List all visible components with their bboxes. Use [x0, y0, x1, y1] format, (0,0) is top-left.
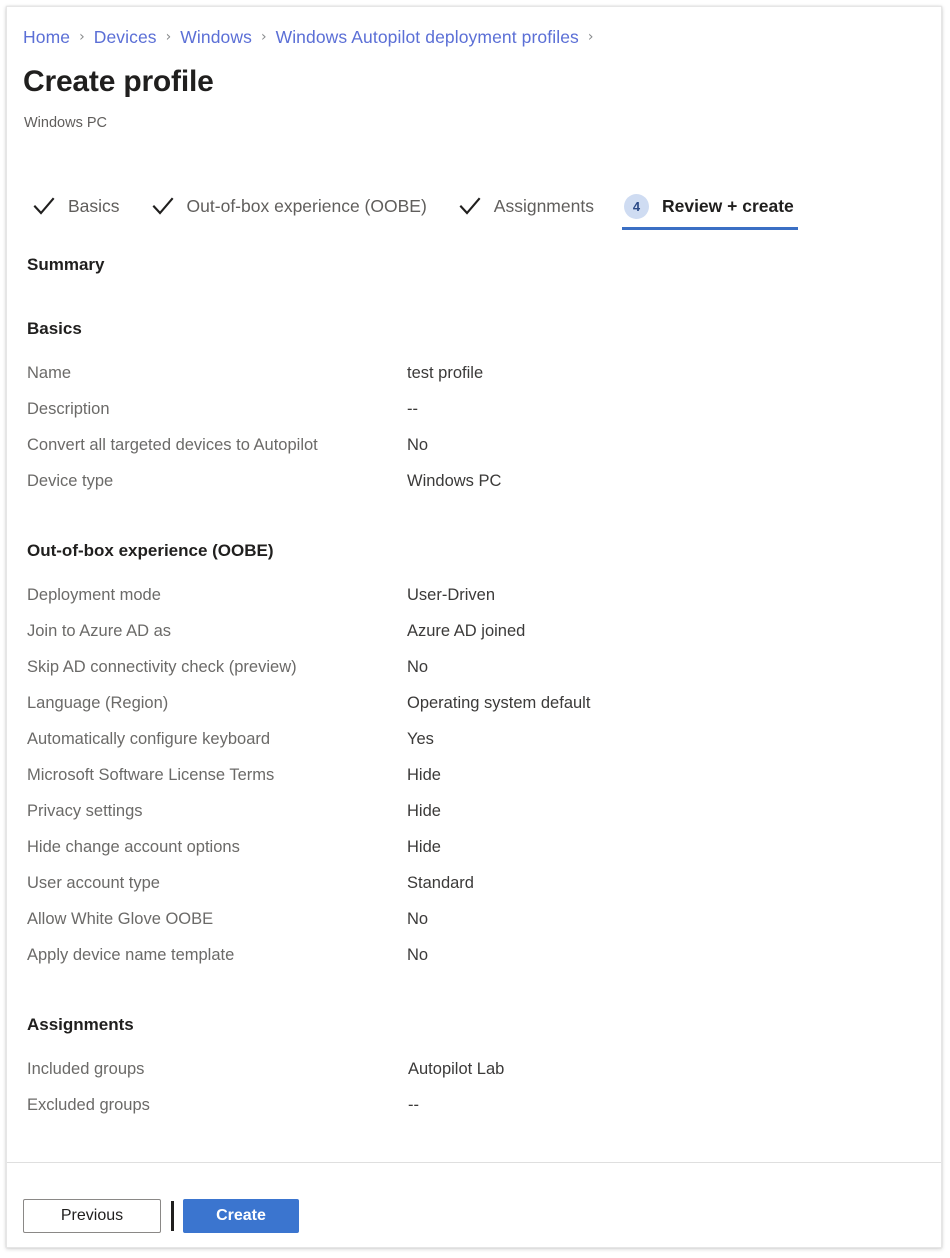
summary-row-value: Yes: [407, 727, 434, 751]
breadcrumb: Home › Devices › Windows › Windows Autopilot d…: [23, 25, 603, 49]
summary-row: Automatically configure keyboardYes: [27, 727, 921, 763]
summary-row-value: Standard: [407, 871, 474, 895]
create-profile-blade: Home › Devices › Windows › Windows Autopilot d…: [6, 6, 942, 1248]
summary-row-value: No: [407, 433, 428, 457]
check-icon: [150, 193, 176, 219]
summary-row-value: Autopilot Lab: [407, 1057, 504, 1081]
summary-row: User account typeStandard: [27, 871, 921, 907]
summary-row: Apply device name templateNo: [27, 943, 921, 979]
summary-row-label: Hide change account options: [27, 835, 407, 859]
summary-row-value: No: [407, 943, 428, 967]
summary-row-label: Privacy settings: [27, 799, 407, 823]
breadcrumb-link[interactable]: Home: [23, 25, 70, 49]
summary-row: Convert all targeted devices to Autopilo…: [27, 433, 921, 469]
wizard-tab-assignments[interactable]: Assignments: [455, 187, 596, 225]
summary-row-label: Language (Region): [27, 691, 407, 715]
step-number-badge: 4: [624, 194, 649, 219]
summary-row: Skip AD connectivity check (preview)No: [27, 655, 921, 691]
summary-section-out-of-box-experience-oobe: Out-of-box experience (OOBE) Deployment m…: [27, 539, 921, 979]
summary-row-label: Automatically configure keyboard: [27, 727, 407, 751]
summary-row-label: Convert all targeted devices to Autopilo…: [27, 433, 407, 457]
wizard-tab-label: Out-of-box experience (OOBE): [187, 194, 427, 218]
summary-row-value: Azure AD joined: [407, 619, 525, 643]
summary-row-value: Hide: [407, 835, 441, 859]
summary-row: Privacy settingsHide: [27, 799, 921, 835]
summary-row-value: No: [407, 655, 428, 679]
wizard-tab-review-create[interactable]: 4 Review + create: [622, 187, 796, 225]
summary-heading: Summary: [27, 253, 921, 277]
summary-row-label: Included groups: [27, 1057, 407, 1081]
page-subtitle: Windows PC: [24, 113, 107, 133]
summary-row-label: Allow White Glove OOBE: [27, 907, 407, 931]
create-button[interactable]: Create: [183, 1199, 299, 1233]
wizard-tab-label: Review + create: [662, 194, 794, 218]
summary-row-value: Hide: [407, 763, 441, 787]
breadcrumb-chevron-icon: ›: [166, 25, 172, 49]
summary-row-value: Hide: [407, 799, 441, 823]
summary-row: Nametest profile: [27, 361, 921, 397]
summary-row-value: test profile: [407, 361, 483, 385]
summary-row: Excluded groups--: [27, 1093, 921, 1129]
summary-row: Allow White Glove OOBENo: [27, 907, 921, 943]
breadcrumb-chevron-icon: ›: [588, 25, 594, 49]
summary-row-value: User-Driven: [407, 583, 495, 607]
summary-row-label: Skip AD connectivity check (preview): [27, 655, 407, 679]
summary-row-label: Join to Azure AD as: [27, 619, 407, 643]
summary-row-label: Device type: [27, 469, 407, 493]
previous-button[interactable]: Previous: [23, 1199, 161, 1233]
summary-row: Hide change account optionsHide: [27, 835, 921, 871]
summary-panel: Summary BasicsNametest profileDescriptio…: [27, 253, 921, 1163]
breadcrumb-link[interactable]: Windows: [180, 25, 252, 49]
summary-row-label: Apply device name template: [27, 943, 407, 967]
section-heading: Assignments: [27, 1013, 921, 1037]
summary-row-label: User account type: [27, 871, 407, 895]
wizard-tab-out-of-box-experience-oobe[interactable]: Out-of-box experience (OOBE): [148, 187, 429, 225]
breadcrumb-link[interactable]: Windows Autopilot deployment profiles: [276, 25, 579, 49]
active-tab-underline: [622, 227, 798, 230]
summary-row-value: Operating system default: [407, 691, 590, 715]
section-heading: Basics: [27, 317, 921, 341]
summary-row: Included groupsAutopilot Lab: [27, 1057, 921, 1093]
summary-row-value: No: [407, 907, 428, 931]
breadcrumb-link[interactable]: Devices: [94, 25, 157, 49]
breadcrumb-chevron-icon: ›: [79, 25, 85, 49]
summary-row: Description--: [27, 397, 921, 433]
page-title: Create profile: [23, 63, 214, 101]
summary-row-label: Deployment mode: [27, 583, 407, 607]
summary-row: Deployment modeUser-Driven: [27, 583, 921, 619]
wizard-tabstrip: Basics Out-of-box experience (OOBE) Assign…: [29, 187, 796, 233]
summary-row: Language (Region)Operating system defaul…: [27, 691, 921, 727]
wizard-tab-basics[interactable]: Basics: [29, 187, 122, 225]
summary-row-value: --: [407, 397, 418, 421]
summary-row-value: --: [407, 1093, 419, 1117]
summary-row: Device typeWindows PC: [27, 469, 921, 505]
summary-section-basics: BasicsNametest profileDescription--Conve…: [27, 317, 921, 505]
summary-row-label: Name: [27, 361, 407, 385]
summary-section-assignments: AssignmentsIncluded groupsAutopilot LabE…: [27, 1013, 921, 1129]
wizard-tab-label: Basics: [68, 194, 120, 218]
summary-row-label: Microsoft Software License Terms: [27, 763, 407, 787]
breadcrumb-chevron-icon: ›: [261, 25, 267, 49]
button-separator: [171, 1201, 174, 1231]
summary-row-value: Windows PC: [407, 469, 501, 493]
wizard-tab-label: Assignments: [494, 194, 594, 218]
check-icon: [457, 193, 483, 219]
section-heading: Out-of-box experience (OOBE): [27, 539, 921, 563]
footer-bar: Previous Create: [7, 1163, 941, 1247]
summary-row-label: Excluded groups: [27, 1093, 407, 1117]
summary-row: Join to Azure AD asAzure AD joined: [27, 619, 921, 655]
summary-row: Microsoft Software License TermsHide: [27, 763, 921, 799]
check-icon: [31, 193, 57, 219]
summary-row-label: Description: [27, 397, 407, 421]
